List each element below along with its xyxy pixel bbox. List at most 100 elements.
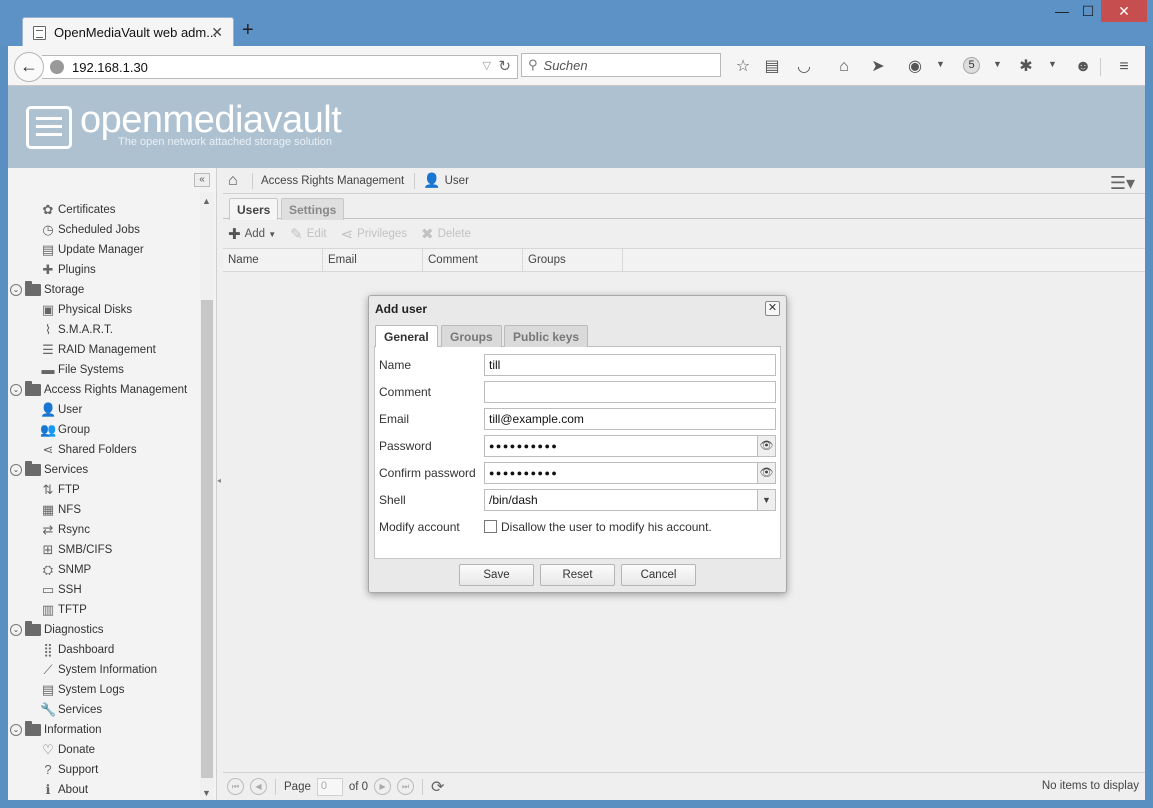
- tab-groups[interactable]: Groups: [441, 325, 502, 347]
- scroll-down-icon[interactable]: ▼: [202, 788, 211, 798]
- sidebar-item-physical-disks[interactable]: ▣ Physical Disks: [8, 300, 200, 320]
- column-header-groups[interactable]: Groups: [523, 249, 623, 271]
- sidebar-item-raid-management[interactable]: ☰ RAID Management: [8, 340, 200, 360]
- column-header-comment[interactable]: Comment: [423, 249, 523, 271]
- sidebar-item-snmp[interactable]: ⛭ SNMP: [8, 560, 200, 580]
- tab-public-keys[interactable]: Public keys: [504, 325, 589, 347]
- sidebar-group-services[interactable]: ⌄ Services: [8, 460, 200, 480]
- column-header-email[interactable]: Email: [323, 249, 423, 271]
- sidebar-item-s-m-a-r-t[interactable]: ⌇ S.M.A.R.T.: [8, 320, 200, 340]
- show-confirm-eye-icon[interactable]: 👁: [758, 462, 776, 484]
- password-field[interactable]: ●●●●●●●●●●: [484, 435, 758, 457]
- url-bar[interactable]: 192.168.1.30 ▽ ↻: [42, 55, 518, 79]
- collapse-toggle-icon[interactable]: ⌄: [10, 624, 22, 636]
- last-page-icon[interactable]: ⏭: [397, 778, 415, 795]
- comment-field[interactable]: [484, 381, 776, 403]
- sidebar-item-support[interactable]: ? Support: [8, 760, 200, 780]
- column-header-name[interactable]: Name: [223, 249, 323, 271]
- sidebar-item-scheduled-jobs[interactable]: ◷ Scheduled Jobs: [8, 220, 200, 240]
- cancel-button[interactable]: Cancel: [621, 564, 696, 586]
- sidebar-scrollbar[interactable]: ▲ ▼: [200, 192, 214, 800]
- chevron-down-icon[interactable]: ▼: [758, 489, 776, 511]
- addon-icon[interactable]: ◉: [905, 57, 925, 77]
- reload-icon[interactable]: ↻: [498, 57, 511, 75]
- back-button[interactable]: ←: [14, 52, 44, 82]
- first-page-icon[interactable]: ⏮: [227, 778, 244, 795]
- collapse-toggle-icon[interactable]: ⌄: [10, 384, 22, 396]
- page-number-input[interactable]: 0: [316, 777, 343, 796]
- add-button[interactable]: ✚ Add ▼: [228, 225, 276, 243]
- collapse-toggle-icon[interactable]: ⌄: [10, 284, 22, 296]
- sidebar-item-file-systems[interactable]: ▬ File Systems: [8, 360, 200, 380]
- sidebar-group-information[interactable]: ⌄ Information: [8, 720, 200, 740]
- sidebar-item-tftp[interactable]: ▥ TFTP: [8, 600, 200, 620]
- sidebar-group-storage[interactable]: ⌄ Storage: [8, 280, 200, 300]
- privileges-button[interactable]: ⋖ Privileges: [341, 225, 407, 243]
- browser-tab[interactable]: OpenMediaVault web adm... ✕: [22, 17, 234, 47]
- sidebar-group-access-rights-management[interactable]: ⌄ Access Rights Management: [8, 380, 200, 400]
- pocket-icon[interactable]: ◡: [794, 57, 814, 77]
- chat-icon[interactable]: ☻: [1073, 57, 1093, 77]
- reset-button[interactable]: Reset: [540, 564, 615, 586]
- scrollbar-thumb[interactable]: [201, 300, 213, 778]
- sidebar-item-dashboard[interactable]: ⣿ Dashboard: [8, 640, 200, 660]
- sidebar-item-services[interactable]: 🔧 Services: [8, 700, 200, 720]
- name-field[interactable]: till: [484, 354, 776, 376]
- collapse-sidebar-button[interactable]: «: [194, 173, 210, 187]
- prev-page-icon[interactable]: ◀: [250, 778, 267, 795]
- sidebar-item-smb-cifs[interactable]: ⊞ SMB/CIFS: [8, 540, 200, 560]
- sidebar-item-donate[interactable]: ♡ Donate: [8, 740, 200, 760]
- sidebar-item-certificates[interactable]: ✿ Certificates: [8, 200, 200, 220]
- extension-icon[interactable]: ✱: [1016, 57, 1036, 77]
- extension-dropdown-icon[interactable]: ▼: [1048, 59, 1057, 69]
- new-tab-button[interactable]: +: [242, 20, 254, 40]
- sidebar-item-user[interactable]: 👤 User: [8, 400, 200, 420]
- counter-badge[interactable]: 5: [963, 57, 980, 74]
- next-page-icon[interactable]: ▶: [374, 778, 392, 795]
- sidebar-item-ssh[interactable]: ▭ SSH: [8, 580, 200, 600]
- sidebar-item-update-manager[interactable]: ▤ Update Manager: [8, 240, 200, 260]
- breadcrumb-home-icon[interactable]: ⌂: [228, 172, 244, 190]
- collapse-toggle-icon[interactable]: ⌄: [10, 464, 22, 476]
- scroll-up-icon[interactable]: ▲: [202, 196, 211, 206]
- panel-menu-icon[interactable]: ☰▾: [1110, 173, 1135, 194]
- sidebar-group-diagnostics[interactable]: ⌄ Diagnostics: [8, 620, 200, 640]
- shell-select[interactable]: /bin/dash: [484, 489, 758, 511]
- delete-button[interactable]: ✖ Delete: [421, 225, 471, 243]
- collapse-toggle-icon[interactable]: ⌄: [10, 724, 22, 736]
- tab-users[interactable]: Users: [229, 198, 279, 220]
- show-password-eye-icon[interactable]: 👁: [758, 435, 776, 457]
- minimize-button[interactable]: —: [1049, 0, 1075, 22]
- close-window-button[interactable]: ✕: [1101, 0, 1147, 22]
- tab-settings[interactable]: Settings: [281, 198, 345, 220]
- sidebar-item-system-information[interactable]: ⟋ System Information: [8, 660, 200, 680]
- dialog-close-icon[interactable]: ✕: [765, 301, 780, 316]
- bookmark-star-icon[interactable]: ☆: [733, 57, 753, 77]
- hamburger-menu-icon[interactable]: ≡: [1114, 57, 1134, 77]
- reading-list-icon[interactable]: ▤: [762, 57, 782, 77]
- counter-dropdown-icon[interactable]: ▼: [993, 59, 1002, 69]
- send-icon[interactable]: ➤: [868, 57, 888, 77]
- sidebar-item-about[interactable]: ℹ About: [8, 780, 200, 797]
- sidebar-item-group[interactable]: 👥 Group: [8, 420, 200, 440]
- disallow-modify-label[interactable]: Disallow the user to modify his account.: [501, 520, 712, 534]
- breadcrumb-section[interactable]: Access Rights Management: [261, 175, 404, 187]
- email-field[interactable]: till@example.com: [484, 408, 776, 430]
- tab-close-icon[interactable]: ✕: [211, 24, 223, 41]
- tab-general[interactable]: General: [375, 325, 438, 348]
- edit-button[interactable]: ✎ Edit: [290, 225, 326, 243]
- sidebar-item-ftp[interactable]: ⇅ FTP: [8, 480, 200, 500]
- url-dropdown-icon[interactable]: ▽: [483, 59, 491, 72]
- sidebar-item-rsync[interactable]: ⇄ Rsync: [8, 520, 200, 540]
- maximize-button[interactable]: ☐: [1075, 0, 1101, 22]
- sidebar-item-nfs[interactable]: ▦ NFS: [8, 500, 200, 520]
- sidebar-item-shared-folders[interactable]: ⋖ Shared Folders: [8, 440, 200, 460]
- add-dropdown-icon[interactable]: ▼: [268, 230, 276, 239]
- save-button[interactable]: Save: [459, 564, 534, 586]
- home-icon[interactable]: ⌂: [834, 57, 854, 77]
- confirm-password-field[interactable]: ●●●●●●●●●●: [484, 462, 758, 484]
- search-field[interactable]: ⚲ Suchen: [521, 53, 721, 77]
- addon-dropdown-icon[interactable]: ▼: [936, 59, 945, 69]
- sidebar-item-plugins[interactable]: ✚ Plugins: [8, 260, 200, 280]
- refresh-icon[interactable]: ⟳: [431, 777, 444, 797]
